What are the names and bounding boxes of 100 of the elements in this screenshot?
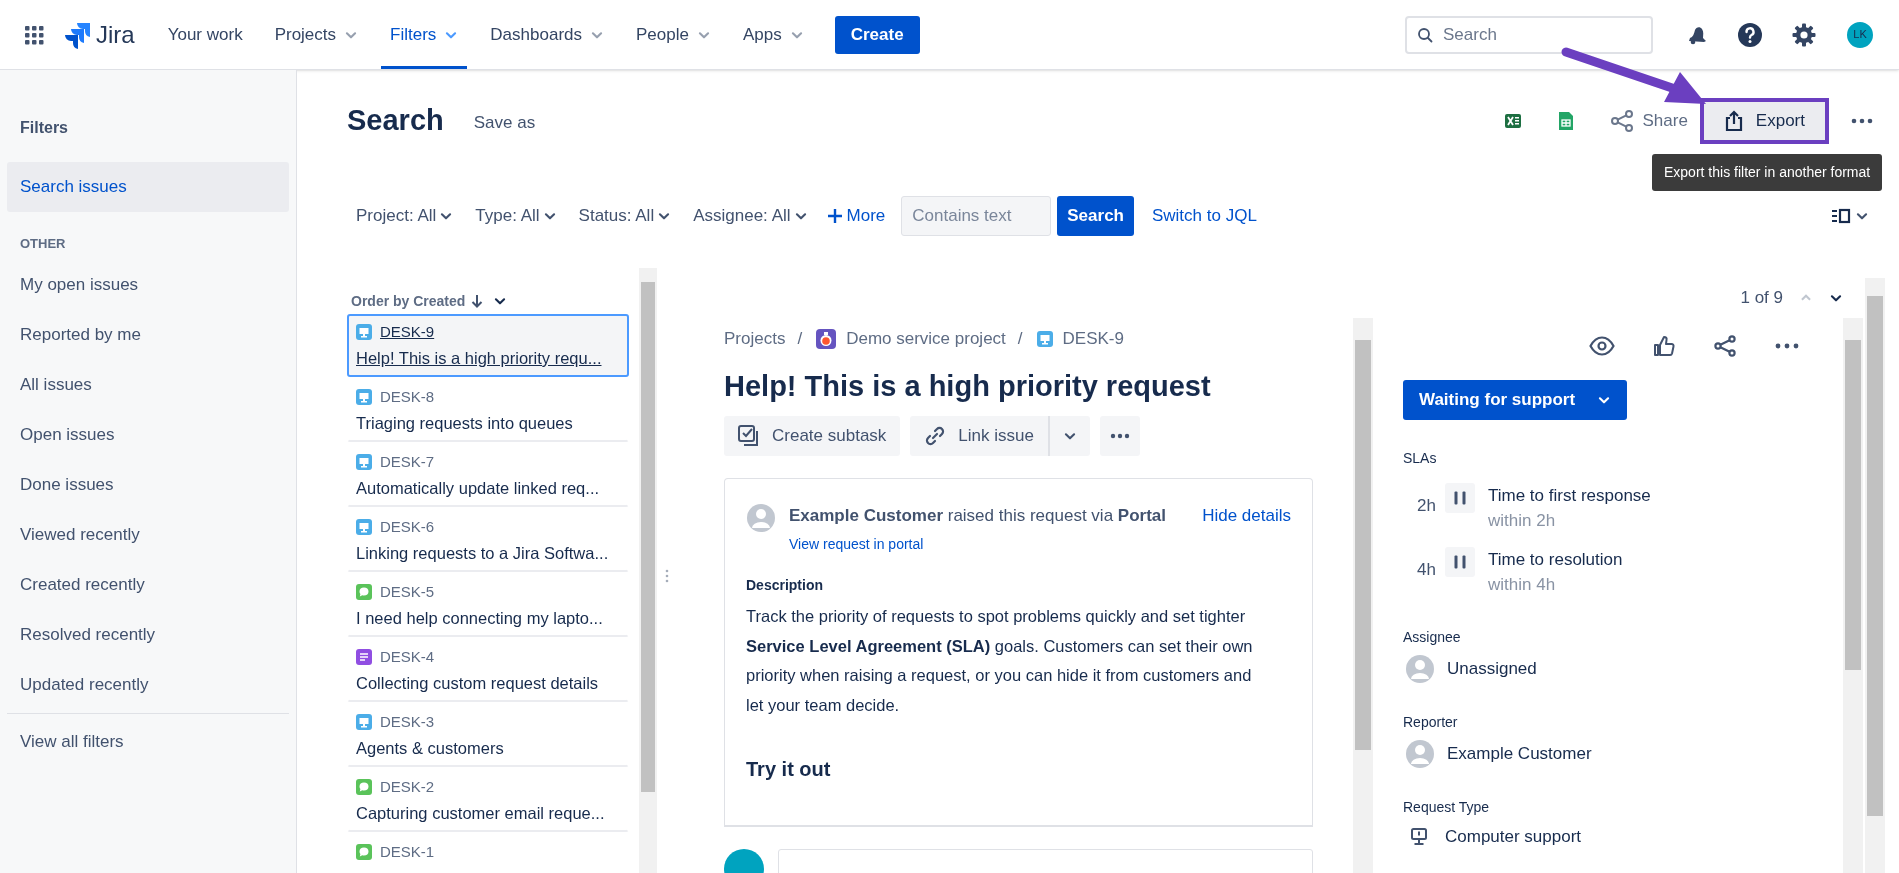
description-text: Track the priority of requests to spot problems quickly and set tighter Service Level Agreement (SLA) goals. Customers can set their own priority when raising a request, or you can hide it from customers and let your team decide. <box>746 606 1254 716</box>
filter-dropdown[interactable]: Type: All <box>466 198 566 234</box>
sidebar-item[interactable]: My open issues <box>7 259 289 310</box>
sidebar-item[interactable]: Viewed recently <box>7 509 289 560</box>
sidebar-item[interactable]: Updated recently <box>7 659 289 710</box>
issue-key: DESK-6 <box>380 515 435 539</box>
nav-menu-item[interactable]: Your work <box>158 0 252 69</box>
page-title: Search <box>347 103 444 139</box>
nav-menu-item[interactable]: People <box>627 0 720 69</box>
help-icon[interactable] <box>1737 21 1763 48</box>
issue-key: DESK-7 <box>380 450 435 474</box>
create-button[interactable]: Create <box>834 15 920 54</box>
switch-to-jql-link[interactable]: Switch to JQL <box>1151 203 1257 229</box>
view-in-portal-link[interactable]: View request in portal <box>789 534 1291 555</box>
issue-title: Help! This is a high priority request <box>724 368 1212 404</box>
search-button[interactable]: Search <box>1057 196 1134 236</box>
eye-icon[interactable] <box>1589 336 1615 356</box>
field-value: Example Customer <box>1447 743 1592 766</box>
filter-dropdown[interactable]: Project: All <box>347 198 463 234</box>
avatar-icon <box>746 502 776 533</box>
nav-menu-item[interactable]: Projects <box>265 0 368 69</box>
issue-card[interactable]: DESK-8 Triaging requests into queues <box>347 379 629 442</box>
issue-summary: Triaging requests into queues <box>356 413 574 434</box>
nav-menu-item[interactable]: Filters <box>381 0 468 69</box>
issue-card[interactable]: DESK-2 Capturing customer email reque... <box>347 769 629 832</box>
settings-icon[interactable] <box>1791 21 1817 48</box>
field-label: Assignee <box>1403 628 1462 647</box>
more-filters-button[interactable]: More <box>820 198 892 234</box>
issue-card[interactable]: DESK-7 Automatically update linked req... <box>347 444 629 507</box>
text-search-field[interactable]: Contains text <box>901 196 1052 236</box>
scrollbar[interactable] <box>1353 318 1373 873</box>
nav-menu-item[interactable]: Dashboards <box>481 0 613 69</box>
issue-key: DESK-8 <box>380 385 435 409</box>
issue-key: DESK-9 <box>380 320 435 344</box>
filter-dropdown[interactable]: Assignee: All <box>684 198 817 234</box>
sidebar-item[interactable]: Open issues <box>7 409 289 460</box>
issue-summary: Linking requests to a Jira Softwa... <box>356 543 610 564</box>
layout-switcher[interactable] <box>1831 208 1869 224</box>
issue-summary: Collecting custom request details <box>356 673 600 694</box>
nav-menu-item[interactable]: Apps <box>733 0 813 69</box>
breadcrumb-link[interactable]: Demo service project <box>846 326 1006 352</box>
field-label: SLAs <box>1403 449 1438 468</box>
view-all-filters-link[interactable]: View all filters <box>7 716 289 767</box>
issue-card[interactable]: DESK-9 Help! This is a high priority requ... <box>347 314 629 377</box>
arrow-down-icon[interactable] <box>471 294 484 308</box>
plus-icon <box>826 208 843 224</box>
link-icon <box>924 424 947 447</box>
sidebar-item[interactable]: All issues <box>7 359 289 410</box>
checkbox-stack-icon <box>738 424 760 447</box>
pause-icon[interactable] <box>1445 547 1475 577</box>
spreadsheet-icon[interactable] <box>1504 112 1523 130</box>
more-icon[interactable] <box>1775 343 1799 349</box>
issue-summary: Automatically update linked req... <box>356 478 601 499</box>
breadcrumb-separator: / <box>1017 328 1023 350</box>
issue-card[interactable]: DESK-1 <box>347 834 629 873</box>
scrollbar[interactable] <box>1865 278 1885 873</box>
more-actions-button[interactable] <box>1099 415 1140 456</box>
request-summary: Example Customer raised this request via Portal <box>789 504 1166 527</box>
more-icon <box>1109 432 1130 439</box>
app-switcher-icon[interactable] <box>24 24 44 45</box>
breadcrumb-link[interactable]: DESK-9 <box>1062 326 1124 352</box>
issue-key: DESK-4 <box>380 645 435 669</box>
sidebar-item[interactable]: Done issues <box>7 459 289 510</box>
issue-card[interactable]: DESK-3 Agents & customers <box>347 704 629 767</box>
scrollbar[interactable] <box>1843 318 1863 873</box>
save-as-button[interactable]: Save as <box>473 110 536 136</box>
chat-bubble-icon <box>356 844 372 860</box>
field-label: Description <box>746 576 824 595</box>
share-button[interactable]: Share <box>1610 108 1688 134</box>
breadcrumb-link[interactable]: Projects <box>724 326 786 352</box>
sidebar-item[interactable]: Resolved recently <box>7 609 289 660</box>
logo-icon[interactable] <box>64 20 92 49</box>
filter-dropdown[interactable]: Status: All <box>569 198 681 234</box>
status-button[interactable]: Waiting for support <box>1403 380 1628 420</box>
hide-details-link[interactable]: Hide details <box>1202 502 1291 528</box>
search-icon <box>1417 26 1433 43</box>
create-subtask-button[interactable]: Create subtask <box>724 415 901 456</box>
document-icon[interactable] <box>1558 111 1575 131</box>
field-label: Request Type <box>1403 798 1491 817</box>
more-icon[interactable] <box>1851 118 1873 124</box>
scrollbar[interactable] <box>639 268 657 873</box>
sidebar-item[interactable]: Reported by me <box>7 309 289 360</box>
thumbs-up-icon[interactable] <box>1653 335 1675 357</box>
issue-card[interactable]: DESK-6 Linking requests to a Jira Softwa... <box>347 509 629 572</box>
issue-key: DESK-1 <box>380 840 435 864</box>
search-field[interactable]: Search <box>1405 15 1653 54</box>
sla-name: Time to resolution <box>1488 549 1623 571</box>
logo-text[interactable]: Jira <box>96 16 135 53</box>
sidebar-item[interactable]: Created recently <box>7 559 289 610</box>
issue-card[interactable]: DESK-4 Collecting custom request details <box>347 639 629 702</box>
sidebar-heading: Filters <box>19 118 69 138</box>
share-icon[interactable] <box>1713 334 1737 358</box>
issue-key: DESK-2 <box>380 775 435 799</box>
pause-icon[interactable] <box>1445 483 1475 513</box>
form-icon <box>356 649 372 665</box>
issue-card[interactable]: DESK-5 I need help connecting my lapto... <box>347 574 629 637</box>
user-avatar[interactable]: LK <box>1845 19 1875 50</box>
export-button[interactable]: Export <box>1699 98 1829 144</box>
sort-order-button[interactable]: Order by Created <box>351 290 466 312</box>
sidebar-item[interactable]: Search issues <box>7 162 289 212</box>
